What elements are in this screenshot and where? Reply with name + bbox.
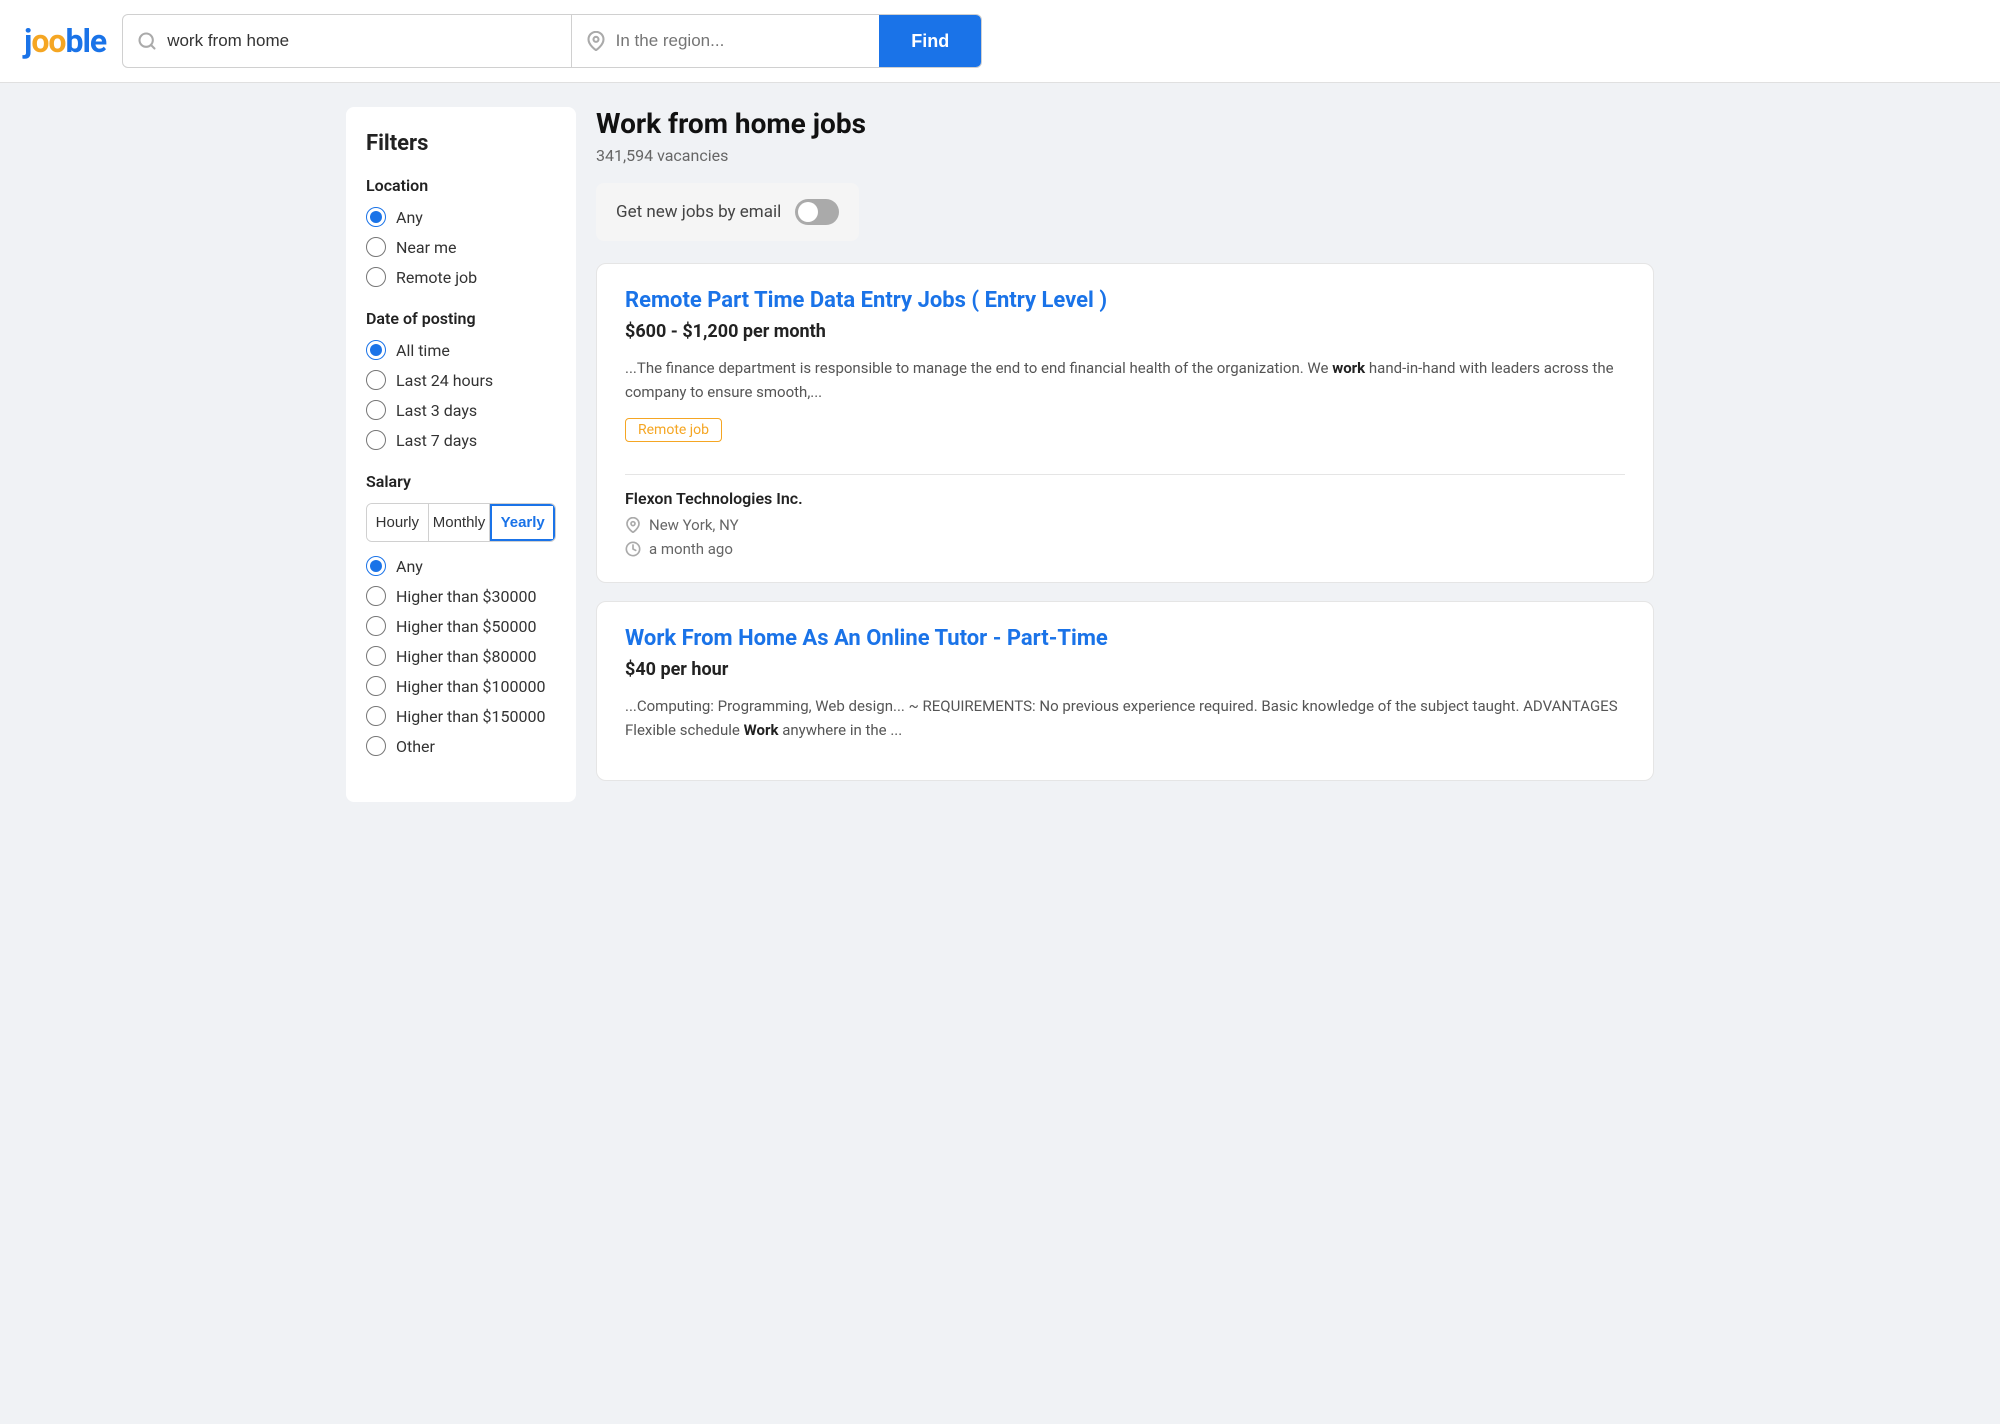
job-title-link-2[interactable]: Work From Home As An Online Tutor - Part… [625, 626, 1625, 651]
location-icon [586, 31, 606, 51]
date-3d-radio[interactable] [366, 400, 386, 420]
job-card-2: Work From Home As An Online Tutor - Part… [596, 601, 1654, 781]
salary-30k[interactable]: Higher than $30000 [366, 586, 556, 606]
date-24h-radio[interactable] [366, 370, 386, 390]
salary-tab-yearly[interactable]: Yearly [490, 504, 555, 541]
date-all-label: All time [396, 341, 450, 360]
find-button[interactable]: Find [879, 15, 981, 67]
date-section-title: Date of posting [366, 309, 556, 328]
location-near-label: Near me [396, 238, 457, 257]
search-input-wrap: work from home [123, 15, 571, 67]
date-7d-radio[interactable] [366, 430, 386, 450]
date-last-24h[interactable]: Last 24 hours [366, 370, 556, 390]
salary-section-title: Salary [366, 472, 556, 491]
salary-100k[interactable]: Higher than $100000 [366, 676, 556, 696]
salary-any[interactable]: Any [366, 556, 556, 576]
salary-other-label: Other [396, 737, 435, 756]
location-input[interactable] [616, 31, 866, 51]
salary-30k-radio[interactable] [366, 586, 386, 606]
date-last-3d[interactable]: Last 3 days [366, 400, 556, 420]
salary-50k[interactable]: Higher than $50000 [366, 616, 556, 636]
date-last-7d[interactable]: Last 7 days [366, 430, 556, 450]
location-filter: Location Any Near me Remote job [366, 176, 556, 287]
location-remote-label: Remote job [396, 268, 477, 287]
location-any-label: Any [396, 208, 423, 227]
sidebar-title: Filters [366, 131, 556, 156]
salary-100k-radio[interactable] [366, 676, 386, 696]
date-all-radio[interactable] [366, 340, 386, 360]
location-any[interactable]: Any [366, 207, 556, 227]
salary-80k-radio[interactable] [366, 646, 386, 666]
salary-tabs: Hourly Monthly Yearly [366, 503, 556, 542]
date-7d-label: Last 7 days [396, 431, 477, 450]
salary-any-radio[interactable] [366, 556, 386, 576]
job-company-1: Flexon Technologies Inc. [625, 489, 1625, 508]
job-divider-1 [625, 474, 1625, 475]
salary-150k-radio[interactable] [366, 706, 386, 726]
salary-100k-label: Higher than $100000 [396, 677, 545, 696]
search-input[interactable]: work from home [167, 31, 556, 51]
location-near-radio[interactable] [366, 237, 386, 257]
date-24h-label: Last 24 hours [396, 371, 493, 390]
salary-30k-label: Higher than $30000 [396, 587, 536, 606]
salary-tab-monthly[interactable]: Monthly [429, 504, 491, 541]
salary-tab-hourly[interactable]: Hourly [367, 504, 429, 541]
job-location-1: New York, NY [625, 516, 1625, 534]
email-alert-label: Get new jobs by email [616, 202, 781, 222]
job-card-1: Remote Part Time Data Entry Jobs ( Entry… [596, 263, 1654, 583]
salary-80k-label: Higher than $80000 [396, 647, 536, 666]
email-alert-toggle[interactable] [795, 199, 839, 225]
date-filter: Date of posting All time Last 24 hours L… [366, 309, 556, 450]
job-salary-1: $600 - $1,200 per month [625, 321, 1625, 342]
location-remote[interactable]: Remote job [366, 267, 556, 287]
search-icon [137, 31, 157, 51]
email-alert-box: Get new jobs by email [596, 183, 859, 241]
sidebar: Filters Location Any Near me Remote job … [346, 107, 576, 802]
clock-icon-1 [625, 541, 641, 557]
location-input-wrap [572, 15, 880, 67]
location-near-me[interactable]: Near me [366, 237, 556, 257]
salary-150k[interactable]: Higher than $150000 [366, 706, 556, 726]
job-meta-1: New York, NY a month ago [625, 516, 1625, 558]
page-title: Work from home jobs [596, 107, 1654, 140]
salary-filter: Salary Hourly Monthly Yearly Any Higher … [366, 472, 556, 756]
vacancies-count: 341,594 vacancies [596, 146, 1654, 165]
job-desc-2: ...Computing: Programming, Web design...… [625, 694, 1625, 742]
location-any-radio[interactable] [366, 207, 386, 227]
salary-80k[interactable]: Higher than $80000 [366, 646, 556, 666]
job-posted-1: a month ago [625, 540, 1625, 558]
header: jooble work from home Find [0, 0, 2000, 83]
job-tag-1: Remote job [625, 418, 722, 442]
main-layout: Filters Location Any Near me Remote job … [330, 83, 1670, 826]
location-pin-icon-1 [625, 517, 641, 533]
job-salary-2: $40 per hour [625, 659, 1625, 680]
search-bar: work from home Find [122, 14, 982, 68]
salary-any-label: Any [396, 557, 423, 576]
salary-50k-label: Higher than $50000 [396, 617, 536, 636]
salary-other[interactable]: Other [366, 736, 556, 756]
date-3d-label: Last 3 days [396, 401, 477, 420]
salary-other-radio[interactable] [366, 736, 386, 756]
job-desc-1: ...The finance department is responsible… [625, 356, 1625, 404]
content-area: Work from home jobs 341,594 vacancies Ge… [596, 107, 1654, 802]
job-title-link-1[interactable]: Remote Part Time Data Entry Jobs ( Entry… [625, 288, 1625, 313]
location-section-title: Location [366, 176, 556, 195]
location-remote-radio[interactable] [366, 267, 386, 287]
job-posted-text-1: a month ago [649, 540, 733, 558]
logo: jooble [24, 22, 106, 60]
salary-150k-label: Higher than $150000 [396, 707, 545, 726]
salary-50k-radio[interactable] [366, 616, 386, 636]
job-location-text-1: New York, NY [649, 516, 739, 534]
date-all-time[interactable]: All time [366, 340, 556, 360]
